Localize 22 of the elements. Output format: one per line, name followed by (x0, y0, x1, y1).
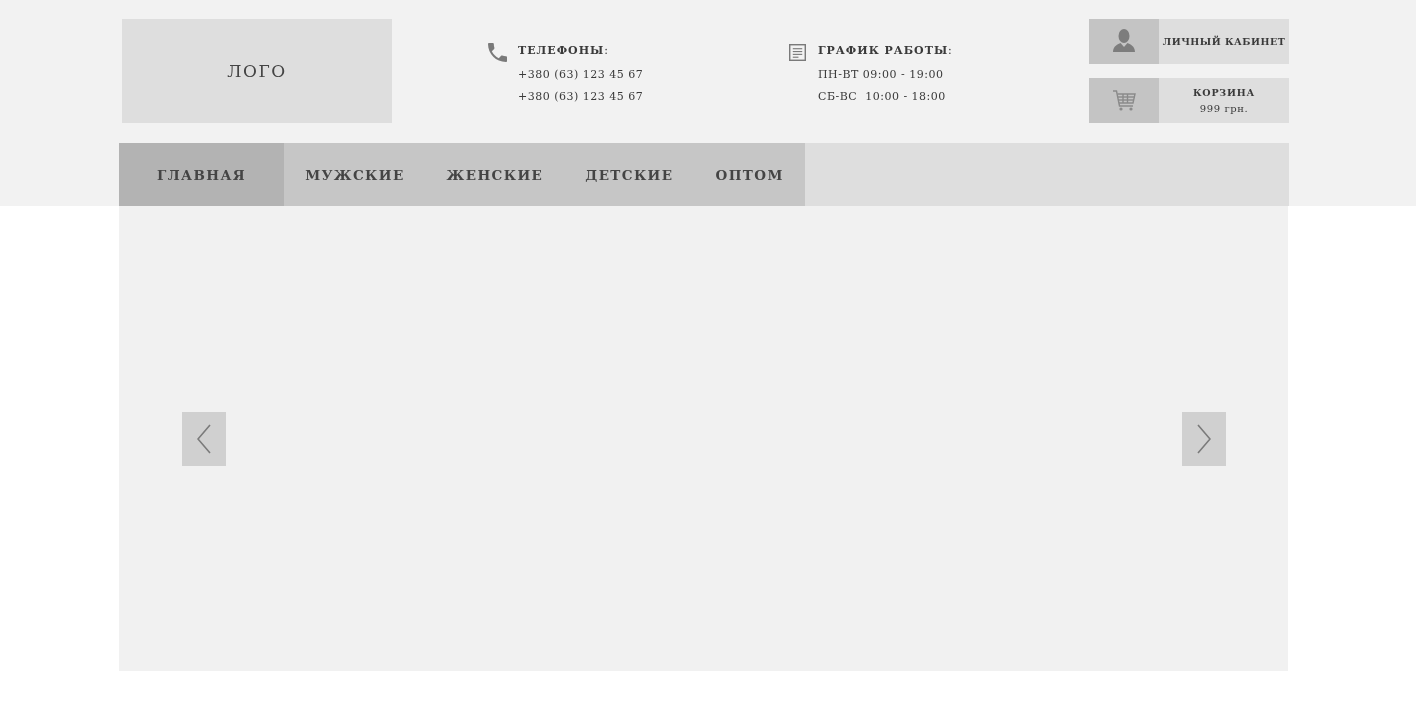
phone-number: +380 (63) 123 45 67 (518, 89, 644, 105)
chevron-right-icon (1197, 423, 1211, 454)
nav-tab[interactable]: ЖЕНСКИЕ (425, 143, 565, 206)
nav-tab[interactable]: МУЖСКИЕ (284, 143, 426, 206)
cart-button[interactable]: КОРЗИНА 999 грн. (1089, 78, 1289, 123)
schedule-line: СБ-ВС 10:00 - 18:00 (818, 89, 947, 105)
account-button[interactable]: ЛИЧНЫЙ КАБИНЕТ (1089, 19, 1289, 64)
chevron-left-icon (197, 423, 211, 454)
prev-slide-button[interactable] (182, 411, 226, 466)
nav-tab[interactable]: ГЛАВНАЯ (119, 143, 285, 206)
nav-tab[interactable]: ДЕТСКИЕ (564, 143, 695, 206)
schedule-line: ПН-ВТ 09:00 - 19:00 (818, 67, 945, 83)
phone-icon (488, 43, 507, 62)
next-slide-button[interactable] (1182, 411, 1226, 466)
schedule-title: ГРАФИК РАБОТЫ: (818, 43, 953, 59)
phones-title: ТЕЛЕФОНЫ: (518, 43, 611, 59)
document-icon (789, 44, 806, 61)
logo[interactable]: ЛОГО (122, 19, 392, 123)
phone-number: +380 (63) 123 45 67 (518, 67, 644, 83)
cart-icon (1089, 78, 1159, 123)
user-icon (1089, 19, 1159, 64)
nav-tab[interactable]: ОПТОМ (694, 143, 805, 206)
